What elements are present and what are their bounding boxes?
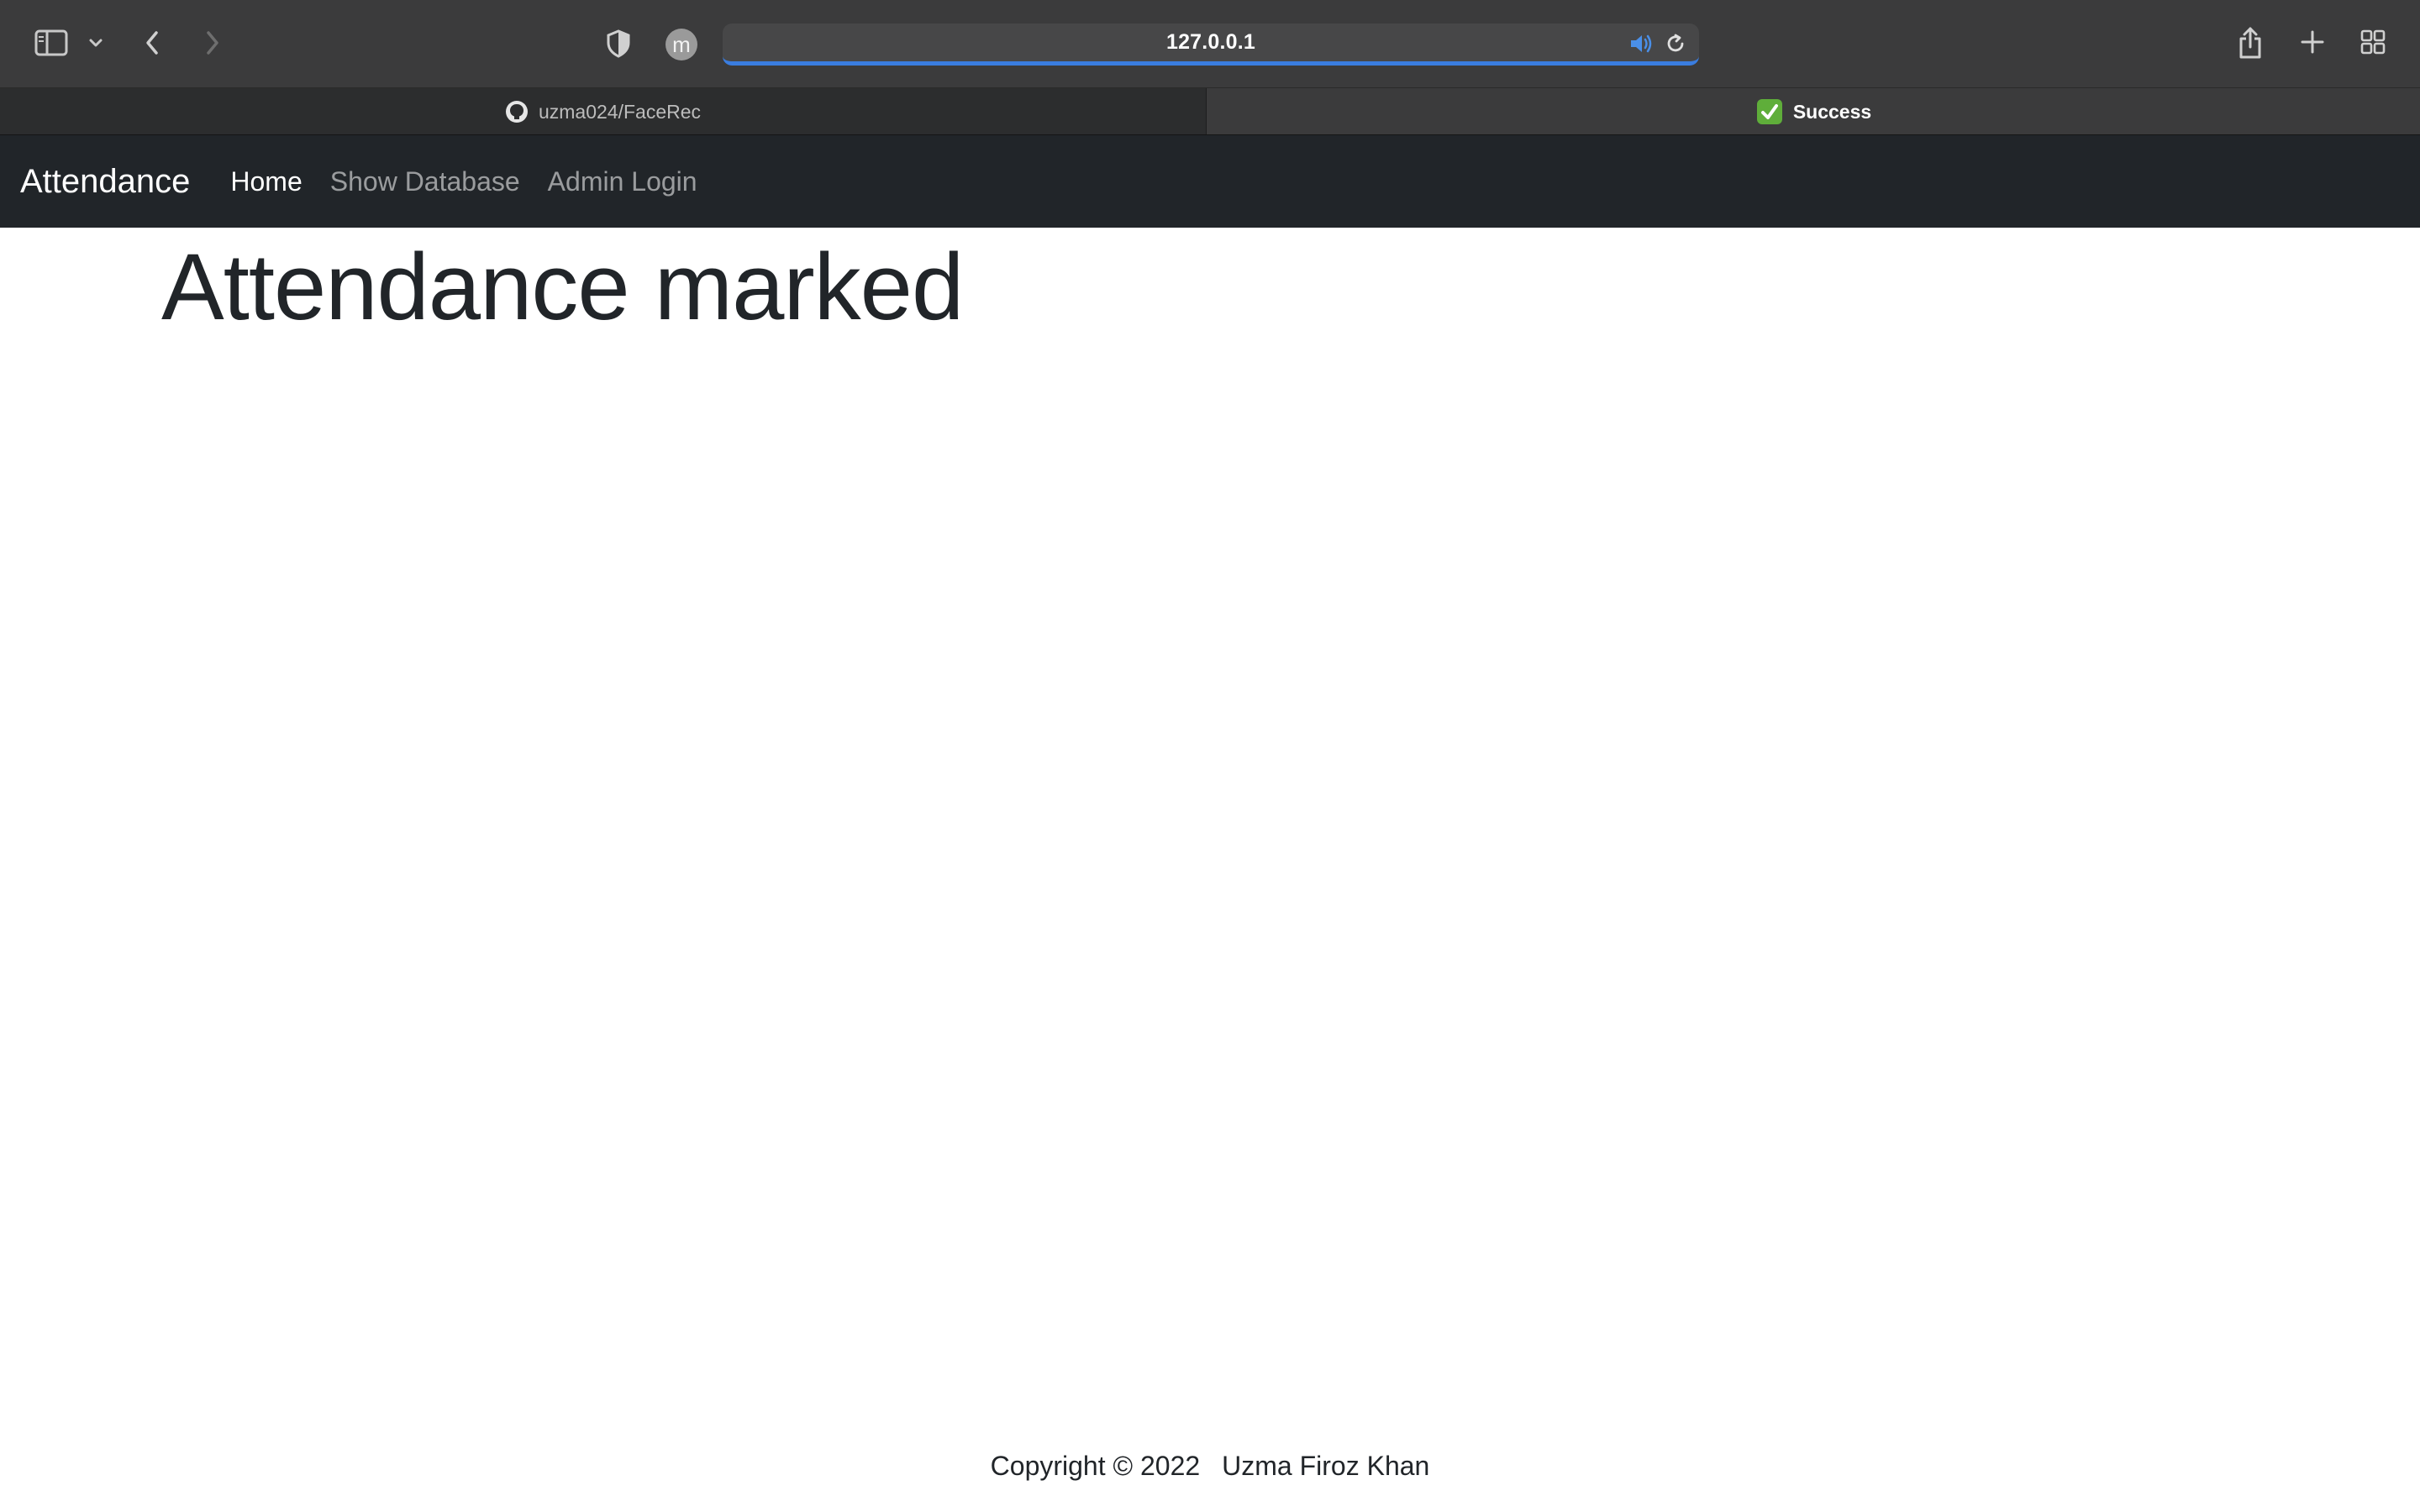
copyright-text: Copyright © 2022 bbox=[990, 1450, 1201, 1481]
address-text: 127.0.0.1 bbox=[1165, 30, 1256, 54]
site-navbar: Attendance Home Show Database Admin Logi… bbox=[0, 134, 2420, 228]
tab-label: uzma024/FaceRec bbox=[538, 100, 702, 123]
grid-icon[interactable] bbox=[2358, 27, 2388, 57]
checkmark-icon bbox=[1756, 98, 1783, 125]
address-bar[interactable]: 127.0.0.1 bbox=[723, 24, 1699, 66]
share-icon[interactable] bbox=[2235, 24, 2265, 62]
tab-facerec[interactable]: uzma024/FaceRec bbox=[0, 88, 1207, 135]
tab-success[interactable]: Success bbox=[1207, 88, 2420, 135]
tab-bar: uzma024/FaceRec Success bbox=[0, 87, 2420, 135]
profile-avatar[interactable]: m bbox=[664, 27, 699, 62]
reload-icon[interactable] bbox=[1662, 30, 1689, 57]
tab-label: Success bbox=[1792, 100, 1872, 123]
nav-home[interactable]: Home bbox=[230, 166, 302, 197]
forward-arrow-icon[interactable] bbox=[200, 25, 225, 60]
back-arrow-icon[interactable] bbox=[139, 25, 165, 60]
navbar-brand[interactable]: Attendance bbox=[20, 163, 190, 201]
profile-initial: m bbox=[666, 29, 697, 60]
footer: Copyright © 2022 Uzma Firoz Khan bbox=[0, 1446, 2420, 1485]
author-name: Uzma Firoz Khan bbox=[1222, 1450, 1430, 1481]
plus-icon[interactable] bbox=[2297, 27, 2328, 57]
sidebar-icon[interactable] bbox=[32, 25, 71, 60]
chevron-down-icon[interactable] bbox=[84, 32, 108, 54]
nav-admin-login[interactable]: Admin Login bbox=[548, 166, 697, 197]
github-icon bbox=[505, 100, 529, 123]
page-title: Attendance marked bbox=[161, 234, 964, 339]
browser-toolbar: m 127.0.0.1 bbox=[0, 0, 2420, 87]
shield-icon[interactable] bbox=[603, 27, 634, 60]
speaker-icon[interactable] bbox=[1627, 30, 1655, 57]
nav-show-database[interactable]: Show Database bbox=[330, 166, 520, 197]
